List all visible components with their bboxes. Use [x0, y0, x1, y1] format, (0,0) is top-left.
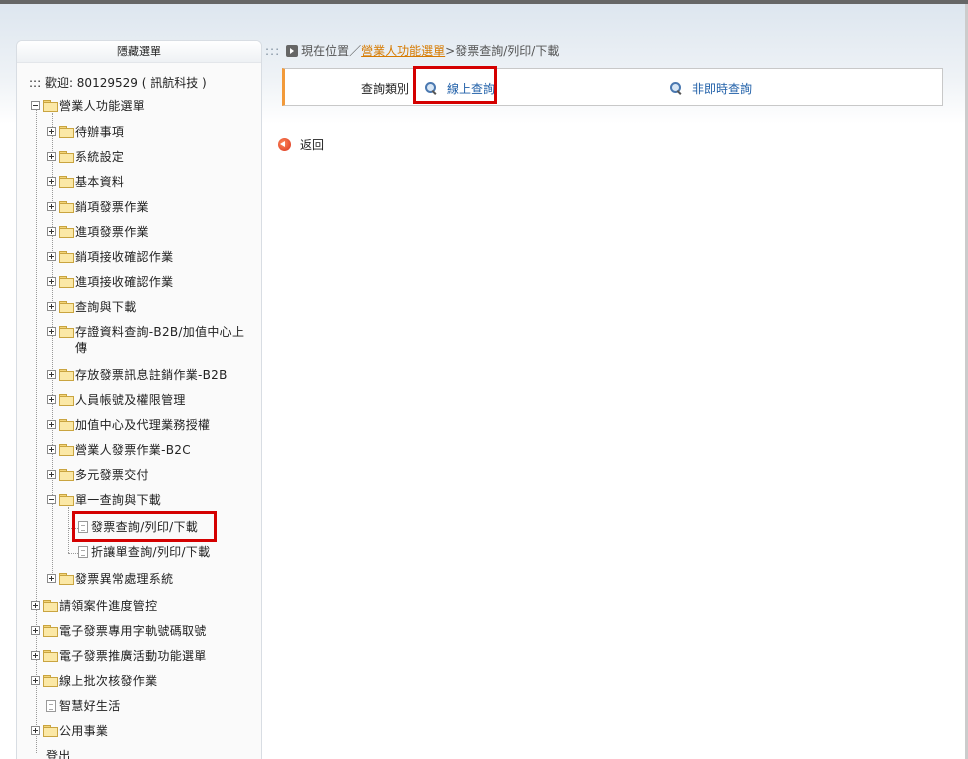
expand-icon[interactable]	[47, 127, 56, 136]
menu-item-evidence-query[interactable]: 存證資料查詢-B2B/加值中心上傳	[47, 324, 255, 356]
tree-line	[68, 553, 78, 554]
folder-icon	[43, 675, 58, 687]
back-link[interactable]: 返回	[278, 136, 324, 153]
expand-icon[interactable]	[47, 470, 56, 479]
folder-icon	[59, 176, 74, 188]
offline-query-option[interactable]: 非即時查詢	[670, 80, 752, 97]
menu-item-batch-issue[interactable]: 線上批次核發作業	[31, 673, 157, 689]
breadcrumb-dots: :::	[265, 43, 281, 58]
folder-icon	[59, 301, 74, 313]
breadcrumb-separator: >	[445, 43, 456, 58]
query-type-label: 查詢類別	[361, 82, 410, 96]
menu-item-query-download[interactable]: 查詢與下載	[47, 299, 137, 315]
folder-icon	[59, 394, 74, 406]
expand-icon[interactable]	[47, 252, 56, 261]
menu-item-account-permission[interactable]: 人員帳號及權限管理	[47, 392, 186, 408]
folder-icon	[59, 444, 74, 456]
menu-item-promotion[interactable]: 電子發票推廣活動功能選單	[31, 648, 207, 664]
page-icon	[46, 700, 56, 712]
menu-item-single-query[interactable]: 單一查詢與下載	[47, 492, 161, 508]
collapse-icon[interactable]	[31, 101, 40, 110]
menu-tree: ::: 歡迎: 80129529 ( 訊航科技 ) 營業人功能選單 待辦事項 系…	[17, 41, 261, 759]
folder-icon	[59, 126, 74, 138]
breadcrumb-link-menu[interactable]: 營業人功能選單	[361, 42, 445, 59]
expand-icon[interactable]	[47, 395, 56, 404]
menu-item-sales-receipt-confirm[interactable]: 銷項接收確認作業	[47, 249, 173, 265]
menu-item-smart-life[interactable]: 智慧好生活	[46, 698, 121, 714]
menu-item-invoice-void[interactable]: 存放發票訊息註銷作業-B2B	[47, 367, 228, 383]
menu-item-purchase-receipt-confirm[interactable]: 進項接收確認作業	[47, 274, 173, 290]
tree-line	[68, 507, 69, 553]
welcome-text: ::: 歡迎: 80129529 ( 訊航科技 )	[29, 76, 207, 90]
expand-icon[interactable]	[47, 445, 56, 454]
expand-icon[interactable]	[47, 302, 56, 311]
folder-open-icon	[43, 100, 58, 112]
menu-item-invoice-exception[interactable]: 發票異常處理系統	[47, 571, 173, 587]
menu-item-purchase-invoice[interactable]: 進項發票作業	[47, 224, 149, 240]
folder-icon	[59, 469, 74, 481]
arrow-right-icon	[286, 44, 299, 57]
menu-item-settings[interactable]: 系統設定	[47, 149, 124, 165]
highlight-frame	[413, 66, 497, 104]
menu-item-sales-invoice[interactable]: 銷項發票作業	[47, 199, 149, 215]
menu-item-b2c[interactable]: 營業人發票作業-B2C	[47, 442, 191, 458]
breadcrumb: ::: 現在位置／ 營業人功能選單 > 發票查詢/列印/下載	[265, 42, 559, 59]
folder-icon	[59, 573, 74, 585]
expand-icon[interactable]	[47, 420, 56, 429]
expand-icon[interactable]	[31, 676, 40, 685]
menu-item-value-center[interactable]: 加值中心及代理業務授權	[47, 417, 210, 433]
folder-icon	[59, 151, 74, 163]
menu-item-track-number[interactable]: 電子發票專用字軌號碼取號	[31, 623, 207, 639]
expand-icon[interactable]	[47, 177, 56, 186]
folder-icon	[59, 369, 74, 381]
menu-root[interactable]: 營業人功能選單	[31, 98, 145, 114]
expand-icon[interactable]	[47, 227, 56, 236]
query-type-bar: 查詢類別 線上查詢 非即時查詢	[282, 68, 943, 106]
folder-icon	[59, 251, 74, 263]
folder-icon	[59, 326, 74, 338]
expand-icon[interactable]	[47, 370, 56, 379]
expand-icon[interactable]	[31, 651, 40, 660]
breadcrumb-prefix: 現在位置／	[301, 44, 362, 58]
menu-item-utilities[interactable]: 公用事業	[31, 723, 108, 739]
expand-icon[interactable]	[47, 152, 56, 161]
magnifier-icon	[670, 82, 683, 95]
folder-icon	[59, 201, 74, 213]
expand-icon[interactable]	[47, 202, 56, 211]
sidebar: 隱藏選單 ::: 歡迎: 80129529 ( 訊航科技 ) 營業人功能選單 待…	[16, 40, 262, 759]
menu-item-allowance-query-print-download[interactable]: 折讓單查詢/列印/下載	[78, 544, 210, 560]
menu-item-pending[interactable]: 待辦事項	[47, 124, 124, 140]
expand-icon[interactable]	[47, 277, 56, 286]
folder-icon	[43, 600, 58, 612]
folder-icon	[59, 276, 74, 288]
menu-item-case-progress[interactable]: 請領案件進度管控	[31, 598, 157, 614]
folder-icon	[43, 725, 58, 737]
menu-item-logout[interactable]: 登出	[46, 748, 71, 759]
folder-icon	[43, 650, 58, 662]
folder-icon	[43, 625, 58, 637]
back-arrow-icon	[278, 138, 291, 151]
page-icon	[78, 546, 88, 558]
expand-icon[interactable]	[47, 327, 56, 336]
folder-open-icon	[59, 494, 74, 506]
expand-icon[interactable]	[47, 574, 56, 583]
expand-icon[interactable]	[31, 726, 40, 735]
collapse-icon[interactable]	[47, 495, 56, 504]
highlight-frame	[72, 511, 217, 542]
folder-icon	[59, 226, 74, 238]
folder-icon	[59, 419, 74, 431]
menu-item-multi-delivery[interactable]: 多元發票交付	[47, 467, 149, 483]
breadcrumb-current: 發票查詢/列印/下載	[455, 44, 560, 58]
menu-item-basic-data[interactable]: 基本資料	[47, 174, 124, 190]
expand-icon[interactable]	[31, 626, 40, 635]
expand-icon[interactable]	[31, 601, 40, 610]
